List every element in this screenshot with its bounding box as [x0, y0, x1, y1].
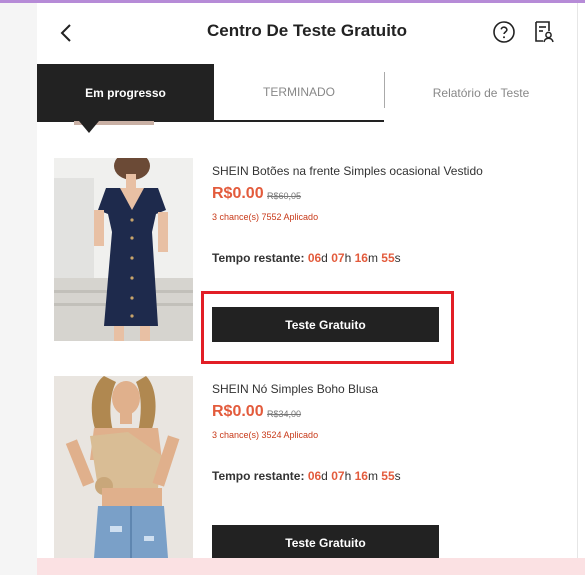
tab-test-report[interactable]: Relatório de Teste [385, 64, 577, 122]
timer-unit-days: d [321, 469, 328, 483]
free-trial-button[interactable]: Teste Gratuito [212, 525, 439, 560]
active-tab-pointer [79, 121, 99, 133]
highlight-box [201, 291, 454, 364]
header: Centro De Teste Gratuito [37, 3, 577, 63]
timer-days: 06 [307, 469, 322, 483]
page: Centro De Teste Gratuito Em progresso TE… [0, 0, 585, 575]
tab-in-progress[interactable]: Em progresso [37, 64, 214, 122]
timer-minutes: 16 [354, 251, 368, 265]
product-original-price: R$60,05 [267, 191, 302, 201]
timer-label: Tempo restante: [212, 251, 305, 265]
timer-hours: 07 [331, 251, 345, 265]
timer-unit-hours: h [344, 469, 352, 483]
report-button[interactable] [533, 20, 555, 44]
timer-days: 06 [307, 251, 322, 265]
product-image-dress[interactable] [54, 158, 193, 341]
timer-unit-seconds: s [394, 469, 401, 483]
blouse-photo [54, 376, 193, 558]
right-border [577, 3, 578, 575]
timer-unit-seconds: s [394, 251, 401, 265]
timer-seconds: 55 [381, 469, 395, 483]
report-user-icon [535, 21, 554, 43]
product-original-price: R$34,00 [267, 409, 302, 419]
help-button[interactable] [492, 20, 516, 44]
timer-unit-minutes: m [367, 251, 378, 265]
timer-unit-hours: h [344, 251, 352, 265]
product-card: SHEIN Nó Simples Boho Blusa R$0.00 R$34,… [37, 376, 577, 560]
left-gutter [0, 3, 37, 575]
timer-unit-days: d [321, 251, 328, 265]
product-name[interactable]: SHEIN Botões na frente Simples ocasional… [212, 164, 483, 178]
question-circle-icon [493, 21, 515, 43]
timer-unit-minutes: m [367, 469, 378, 483]
tab-bar: Em progresso TERMINADO Relatório de Test… [37, 64, 577, 122]
timer-seconds: 55 [381, 251, 395, 265]
timer-minutes: 16 [354, 469, 368, 483]
product-image-blouse[interactable] [54, 376, 193, 558]
countdown-timer: Tempo restante: 06d 07h 16m 55s [212, 251, 401, 265]
timer-label: Tempo restante: [212, 469, 305, 483]
bottom-banner[interactable] [37, 558, 585, 575]
countdown-timer: Tempo restante: 06d 07h 16m 55s [212, 469, 401, 483]
product-price: R$0.00 [212, 403, 264, 420]
dress-photo [54, 158, 193, 341]
timer-hours: 07 [331, 469, 345, 483]
tab-finished[interactable]: TERMINADO [214, 64, 384, 122]
product-name[interactable]: SHEIN Nó Simples Boho Blusa [212, 382, 378, 396]
product-price: R$0.00 [212, 185, 264, 202]
product-chances: 3 chance(s) 3524 Aplicado [212, 430, 319, 440]
product-chances: 3 chance(s) 7552 Aplicado [212, 212, 319, 222]
